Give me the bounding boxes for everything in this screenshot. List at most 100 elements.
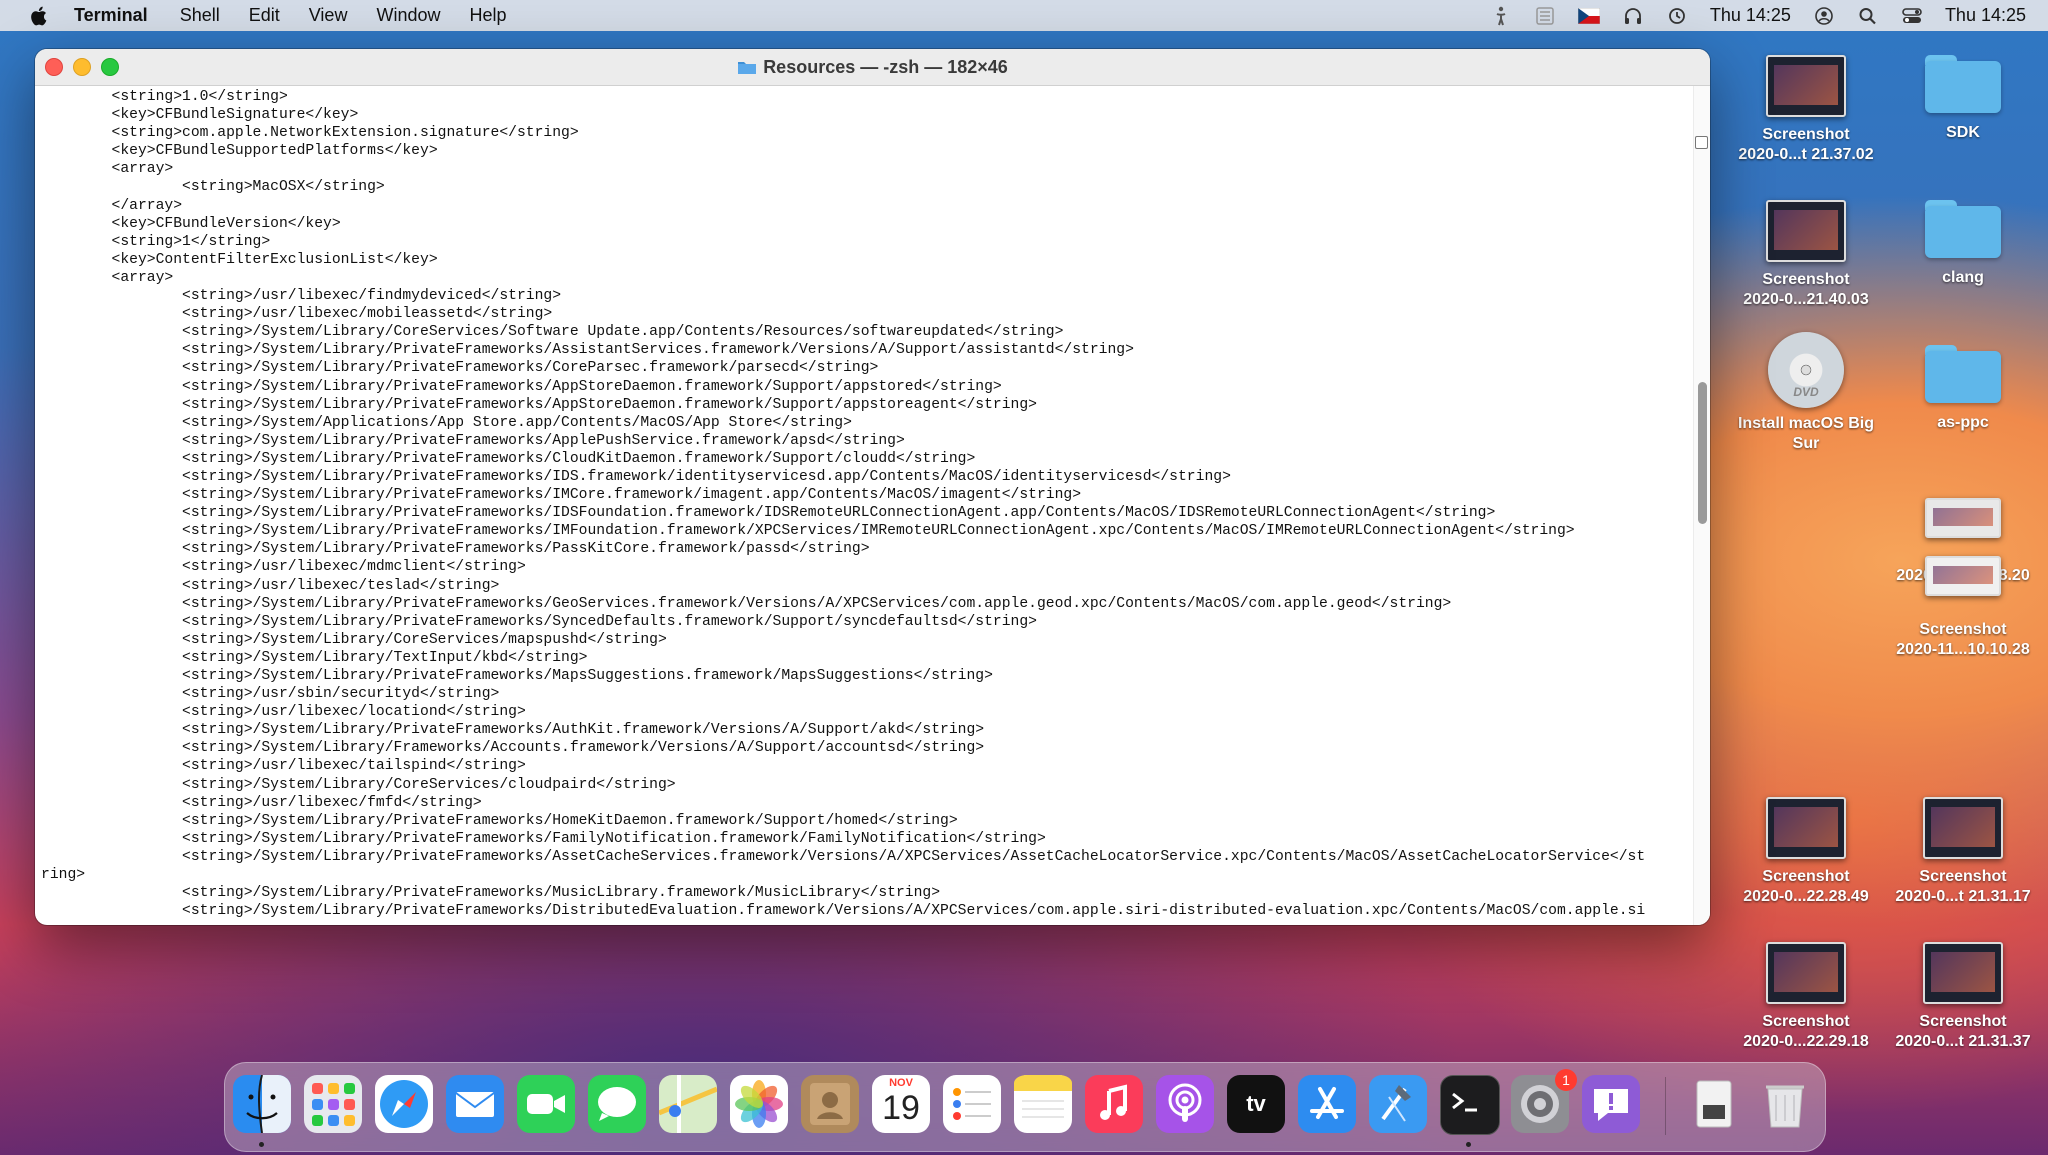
dock-terminal[interactable] [1440,1075,1500,1135]
terminal-line: <string>/System/Applications/App Store.a… [182,414,852,431]
desktop-screenshot[interactable]: Screenshot 2020-0...t 21.31.17 [1888,797,2038,907]
desktop-folder-sdk[interactable]: SDK [1888,55,2038,143]
tv-icon: tv [1246,1091,1266,1116]
dock-launchpad[interactable] [304,1075,362,1133]
menu-shell[interactable]: Shell [180,5,220,26]
terminal-line: <string>/System/Library/TextInput/kbd</s… [182,649,588,666]
desktop-item-label: Install macOS Big [1737,415,1875,432]
desktop-item-sublabel: Sur [1792,435,1820,452]
menu-edit[interactable]: Edit [249,5,280,26]
desktop-screenshot[interactable]: Screenshot 2020-0...22.28.49 [1731,797,1881,907]
desktop-folder-as-ppc[interactable]: as-ppc [1888,345,2038,433]
safari-icon [375,1075,433,1133]
dock-facetime[interactable] [517,1075,575,1133]
launchpad-icon [304,1075,362,1133]
spotlight-search-icon[interactable] [1857,6,1879,26]
menubar-clock-2[interactable]: Thu 14:25 [1945,5,2026,26]
dock-system-preferences[interactable]: 1 [1511,1069,1577,1133]
dock-document-stack[interactable] [1685,1075,1743,1133]
dock-contacts[interactable] [801,1075,859,1133]
terminal-line: <string>/System/Library/PrivateFramework… [182,505,1496,522]
czech-flag-icon[interactable] [1577,7,1600,24]
menu-window[interactable]: Window [376,5,440,26]
terminal-line: <key>ContentFilterExclusionList</key> [111,251,438,268]
desktop-screenshot[interactable]: Screenshot 2020-0...21.40.03 [1731,200,1881,310]
dock-finder[interactable] [233,1075,291,1133]
window-titlebar[interactable]: Resources — -zsh — 182×46 [35,49,1710,86]
terminal-text[interactable]: <string>1.0</string> <key>CFBundleSignat… [41,86,1694,920]
menubar-clock[interactable]: Thu 14:25 [1710,5,1791,26]
dock-safari[interactable] [375,1075,433,1133]
scrollbar-thumb[interactable] [1698,382,1707,524]
xcode-icon [1369,1075,1427,1133]
terminal-line: <key>CFBundleSupportedPlatforms</key> [111,143,438,160]
folder-icon [1925,345,2001,403]
terminal-line: <string>1.0</string> [111,89,288,105]
desktop-item-label: Screenshot [1762,271,1850,288]
desktop-screenshot[interactable]: Screenshot 2020-11...10.10.28 [1888,556,2038,660]
desktop-item-label: SDK [1946,124,1980,141]
desktop-item-sublabel: 2020-11...10.10.28 [1896,641,2030,658]
screenshot-thumbnail-icon [1766,797,1846,859]
desktop-folder-clang[interactable]: clang [1888,200,2038,288]
desktop-item-label: clang [1942,269,1984,286]
desktop-item-sublabel: 2020-0...t 21.37.02 [1738,146,1874,163]
desktop-item-label: Screenshot [1919,868,2007,885]
apple-icon[interactable] [28,5,48,27]
menu-view[interactable]: View [309,5,348,26]
time-machine-icon[interactable] [1666,6,1688,26]
running-indicator [1466,1142,1471,1147]
dock-app-store[interactable] [1298,1075,1356,1133]
headphones-icon[interactable] [1622,6,1644,26]
dock-mail[interactable] [446,1075,504,1133]
terminal-line: <string>/usr/sbin/securityd</string> [182,686,500,703]
terminal-line: <string>/System/Library/Frameworks/Accou… [182,740,985,757]
dock-notes[interactable] [1014,1075,1072,1133]
terminal-line: <string>/System/Library/PrivateFramework… [182,595,1452,612]
input-method-icon[interactable] [1534,6,1556,26]
menu-help[interactable]: Help [469,5,506,26]
dock-podcasts[interactable] [1156,1075,1214,1133]
terminal-output[interactable]: <string>1.0</string> <key>CFBundleSignat… [35,86,1694,925]
screenshot-thumbnail-icon [1925,498,2001,538]
accessibility-status-icon[interactable] [1490,6,1512,26]
desktop-item-sublabel: 2020-0...22.29.18 [1743,1033,1869,1050]
terminal-line: <string>/System/Library/PrivateFramework… [182,885,941,902]
terminal-window[interactable]: Resources — -zsh — 182×46 <string>1.0</s… [35,49,1710,925]
screenshot-thumbnail-icon [1766,942,1846,1004]
notes-icon [1014,1075,1072,1133]
dock-music[interactable] [1085,1075,1143,1133]
terminal-line: <string>/System/Library/PrivateFramework… [182,432,905,449]
dock-maps[interactable] [659,1075,717,1133]
dock-feedback-assistant[interactable] [1582,1075,1640,1133]
menu-app-name[interactable]: Terminal [74,5,148,26]
app-store-icon [1298,1075,1356,1133]
dock-photos[interactable] [730,1075,788,1133]
dock-reminders[interactable] [943,1075,1001,1133]
finder-icon [233,1075,291,1133]
control-center-icon[interactable] [1901,6,1923,26]
terminal-scrollbar[interactable] [1693,86,1710,925]
terminal-line: <string>/System/Library/CoreServices/map… [182,631,667,648]
dock-calendar[interactable]: NOV 19 [872,1075,930,1133]
zoom-window-button[interactable] [101,58,119,76]
terminal-line: <string>/System/Library/PrivateFramework… [182,668,993,684]
scrollbar-toggle-button[interactable] [1695,136,1708,149]
desktop-install-macos-dvd[interactable]: DVD Install macOS Big Sur [1731,332,1881,454]
minimize-window-button[interactable] [73,58,91,76]
terminal-line: <string>/System/Library/CoreServices/clo… [182,776,676,793]
terminal-line: <string>/System/Library/PrivateFramework… [182,468,1231,485]
terminal-icon [1452,1092,1477,1112]
desktop-screenshot[interactable]: Screenshot 2020-0...t 21.31.37 [1888,942,2038,1052]
desktop-screenshot[interactable]: Screenshot 2020-0...22.29.18 [1731,942,1881,1052]
dock-messages[interactable] [588,1075,646,1133]
dock-apple-tv[interactable]: tv [1227,1075,1285,1133]
calendar-month: NOV [889,1077,913,1089]
close-window-button[interactable] [45,58,63,76]
user-account-icon[interactable] [1813,6,1835,26]
desktop-screenshot[interactable]: Screenshot 2020-0...t 21.37.02 [1731,55,1881,165]
dock-trash[interactable] [1756,1075,1814,1133]
dock-xcode[interactable] [1369,1075,1427,1133]
document-icon [1696,1080,1732,1128]
screenshot-thumbnail-icon [1923,797,2003,859]
